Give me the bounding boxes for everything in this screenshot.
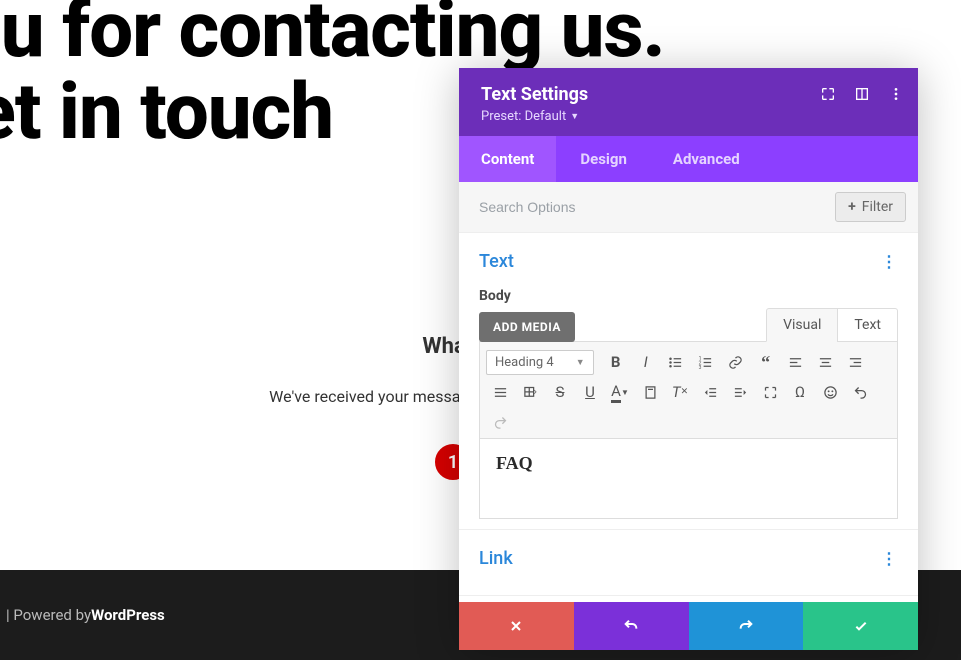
strikethrough-icon[interactable]: S [546, 378, 574, 406]
italic-icon[interactable]: I [632, 348, 660, 376]
section-menu-icon[interactable]: ⋮ [881, 252, 898, 271]
add-media-button[interactable]: ADD MEDIA [479, 312, 575, 342]
panel-action-bar [459, 602, 918, 650]
hero-line-2: 'll get in touch [0, 67, 333, 158]
tab-advanced[interactable]: Advanced [651, 136, 762, 182]
section-head[interactable]: Link ⋮ [479, 548, 898, 569]
section-head[interactable]: Text ⋮ [479, 251, 898, 272]
format-select-label: Heading 4 [495, 355, 554, 370]
close-icon [508, 618, 524, 634]
editor-content: FAQ [496, 453, 533, 473]
discard-button[interactable] [459, 602, 574, 650]
save-button[interactable] [803, 602, 918, 650]
redo-icon [738, 618, 754, 634]
numbered-list-icon[interactable]: 123 [692, 348, 720, 376]
settings-panel: Text Settings Preset: Default ▼ Content … [459, 68, 918, 650]
align-center-icon[interactable] [812, 348, 840, 376]
editor-mode-visual[interactable]: Visual [766, 308, 837, 342]
plus-icon: + [848, 199, 856, 215]
editor-mode-tabs: Visual Text [766, 308, 898, 342]
editor-body[interactable]: FAQ [479, 439, 898, 519]
tab-design[interactable]: Design [558, 136, 649, 182]
outdent-icon[interactable] [696, 378, 724, 406]
filter-button[interactable]: + Filter [835, 192, 906, 222]
text-color-icon[interactable]: A▼ [606, 378, 634, 406]
search-row: + Filter [459, 182, 918, 233]
search-input[interactable] [479, 199, 735, 215]
format-select[interactable]: Heading 4 ▼ [486, 350, 594, 375]
section-text: Text ⋮ Body ADD MEDIA Visual Text Headin… [459, 233, 918, 530]
underline-icon[interactable]: U [576, 378, 604, 406]
preset-label: Preset: Default [481, 109, 566, 124]
editor-toolbar: Heading 4 ▼ B I 123 “ S U A▼ T✕ [479, 341, 898, 439]
panel-tabs: Content Design Advanced [459, 136, 918, 182]
preset-selector[interactable]: Preset: Default ▼ [481, 109, 579, 124]
undo-icon[interactable] [846, 378, 874, 406]
align-justify-icon[interactable] [486, 378, 514, 406]
hero-line-1: k you for contacting us. [0, 0, 665, 76]
redo-icon[interactable] [486, 408, 514, 436]
expand-icon[interactable] [820, 86, 836, 102]
caret-down-icon: ▼ [576, 357, 585, 368]
bulleted-list-icon[interactable] [662, 348, 690, 376]
panel-header[interactable]: Text Settings Preset: Default ▼ [459, 68, 918, 136]
section-title-text: Text [479, 251, 514, 272]
align-right-icon[interactable] [842, 348, 870, 376]
align-left-icon[interactable] [782, 348, 810, 376]
clear-formatting-icon[interactable]: T✕ [666, 378, 694, 406]
special-char-icon[interactable]: Ω [786, 378, 814, 406]
fullscreen-icon[interactable] [756, 378, 784, 406]
footer-brand: WordPress [91, 606, 165, 624]
bold-icon[interactable]: B [602, 348, 630, 376]
paste-text-icon[interactable] [636, 378, 664, 406]
section-title-link: Link [479, 548, 513, 569]
annotation-number: 1 [448, 452, 458, 473]
blockquote-icon[interactable]: “ [752, 348, 780, 376]
table-icon[interactable] [516, 378, 544, 406]
indent-icon[interactable] [726, 378, 754, 406]
check-icon [853, 618, 869, 634]
panel-header-actions [820, 86, 904, 102]
undo-icon [623, 618, 639, 634]
undo-button[interactable] [574, 602, 689, 650]
tab-content[interactable]: Content [459, 136, 556, 182]
body-label: Body [479, 288, 898, 304]
svg-text:3: 3 [699, 364, 702, 369]
section-menu-icon[interactable]: ⋮ [881, 549, 898, 568]
footer-text: | Powered by [6, 606, 91, 624]
filter-label: Filter [862, 199, 893, 215]
caret-down-icon: ▼ [570, 111, 579, 122]
section-link: Link ⋮ [459, 530, 918, 596]
more-icon[interactable] [888, 86, 904, 102]
snap-icon[interactable] [854, 86, 870, 102]
editor-mode-text[interactable]: Text [837, 308, 898, 342]
link-icon[interactable] [722, 348, 750, 376]
redo-button[interactable] [689, 602, 804, 650]
emoji-icon[interactable] [816, 378, 844, 406]
panel-sections[interactable]: Text ⋮ Body ADD MEDIA Visual Text Headin… [459, 233, 918, 602]
